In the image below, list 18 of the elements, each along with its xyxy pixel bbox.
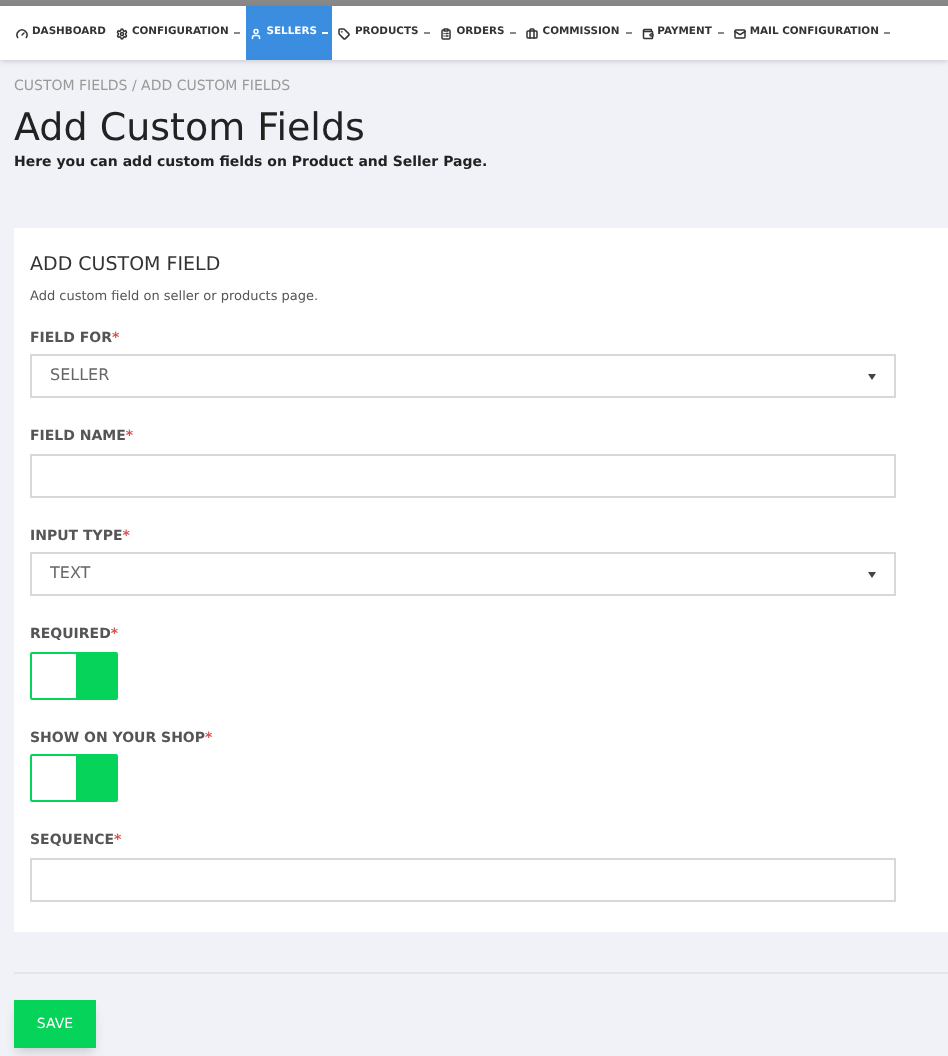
toggle-switch[interactable]: [30, 754, 118, 803]
input-field[interactable]: [30, 453, 896, 498]
toggle-switch[interactable]: [30, 651, 118, 700]
page-title: Add Custom Fields: [14, 105, 367, 153]
input-field[interactable]: [30, 857, 896, 902]
user-icon: [250, 27, 263, 39]
caret-icon: [868, 571, 876, 578]
settings-icon: [115, 27, 128, 39]
tag-icon: [338, 27, 351, 39]
card-title: ADD CUSTOM FIELD: [30, 251, 223, 280]
clipboard-icon: [440, 27, 453, 39]
wallet-icon: [641, 27, 654, 39]
select-field[interactable]: TEXT: [30, 552, 896, 597]
briefcase-icon: [526, 27, 539, 39]
gauge-icon: [16, 27, 28, 39]
envelope-icon: [733, 27, 746, 39]
select-field[interactable]: SELLER: [30, 354, 896, 399]
caret-icon: [868, 373, 876, 380]
